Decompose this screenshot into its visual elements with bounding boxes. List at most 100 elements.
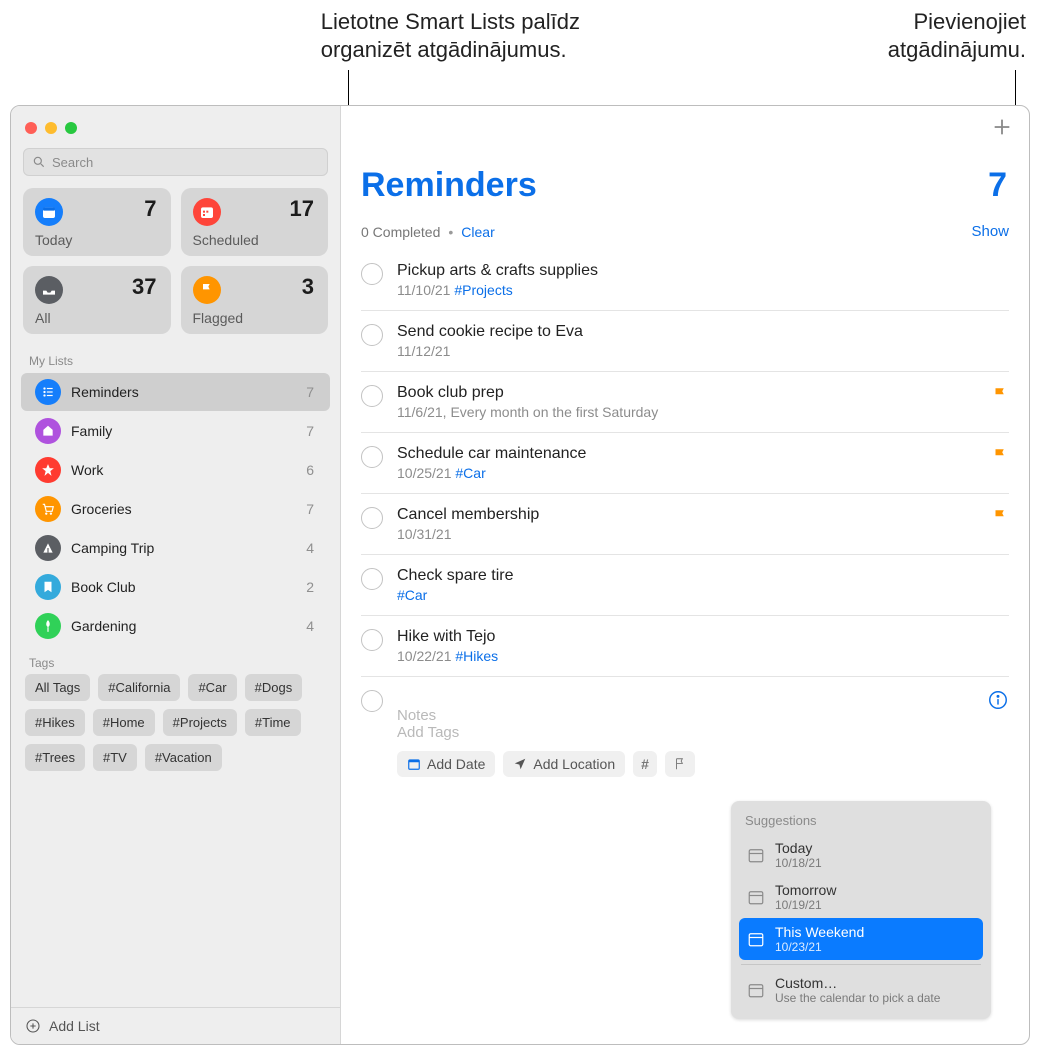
reminder-row[interactable]: Cancel membership10/31/21 — [361, 494, 1009, 555]
flag-icon — [991, 386, 1009, 404]
date-suggestions-panel: Suggestions Today10/18/21Tomorrow10/19/2… — [731, 801, 991, 1019]
checkbox-icon[interactable] — [361, 507, 383, 529]
tray-icon — [35, 276, 63, 304]
reminder-row[interactable]: Hike with Tejo10/22/21 #Hikes — [361, 616, 1009, 677]
list-name: Camping Trip — [71, 540, 296, 556]
list-count: 2 — [306, 579, 314, 595]
checkbox-icon[interactable] — [361, 629, 383, 651]
minimize-icon[interactable] — [45, 122, 57, 134]
checkbox-icon[interactable] — [361, 324, 383, 346]
add-tags-input[interactable]: Add Tags — [397, 724, 973, 741]
sidebar-list-item[interactable]: Family7 — [21, 412, 330, 450]
reminders-list: Pickup arts & crafts supplies11/10/21 #P… — [361, 250, 1009, 677]
add-location-button[interactable]: Add Location — [503, 751, 625, 777]
plus-circle-icon — [25, 1018, 41, 1034]
reminder-tag[interactable]: #Car — [397, 587, 427, 603]
reminder-row[interactable]: Schedule car maintenance10/25/21 #Car — [361, 433, 1009, 494]
suggestions-header: Suggestions — [739, 809, 983, 834]
add-list-button[interactable]: Add List — [11, 1007, 340, 1044]
calendar-icon — [747, 888, 765, 906]
tag-pill[interactable]: #Hikes — [25, 709, 85, 736]
sidebar-list-item[interactable]: Book Club 2 — [21, 568, 330, 606]
tag-pill[interactable]: #California — [98, 674, 180, 701]
tag-pill[interactable]: #TV — [93, 744, 137, 771]
smart-list-today[interactable]: 7 Today — [23, 188, 171, 256]
my-lists-header: My Lists — [11, 344, 340, 372]
list-count: 4 — [306, 540, 314, 556]
tag-pill[interactable]: #Home — [93, 709, 155, 736]
suggestion-item[interactable]: This Weekend10/23/21 — [739, 918, 983, 960]
list-icon — [35, 613, 61, 639]
tag-pill[interactable]: #Dogs — [245, 674, 303, 701]
smart-lists-grid: 7 Today 17 Scheduled 37 All — [11, 188, 340, 344]
search-input[interactable]: Search — [23, 148, 328, 176]
tag-pill[interactable]: #Vacation — [145, 744, 222, 771]
calendar-icon — [747, 930, 765, 948]
smart-list-flagged[interactable]: 3 Flagged — [181, 266, 329, 334]
smart-list-all[interactable]: 37 All — [23, 266, 171, 334]
completed-text: 0 Completed — [361, 224, 440, 240]
checkbox-icon[interactable] — [361, 263, 383, 285]
my-lists: Reminders7Family7Work6Groceries7Camping … — [11, 372, 340, 646]
list-name: Book Club — [71, 579, 296, 595]
tag-pill[interactable]: #Time — [245, 709, 301, 736]
reminder-row[interactable]: Check spare tire #Car — [361, 555, 1009, 616]
add-date-button[interactable]: Add Date — [397, 751, 495, 777]
info-button[interactable] — [987, 689, 1009, 711]
calendar-icon — [35, 198, 63, 226]
tag-pill[interactable]: #Car — [188, 674, 236, 701]
reminder-title: Book club prep — [397, 384, 977, 402]
reminder-tag[interactable]: #Projects — [454, 282, 512, 298]
add-reminder-button[interactable] — [991, 116, 1013, 138]
tags-header: Tags — [11, 646, 340, 674]
reminder-title: Check spare tire — [397, 567, 1009, 585]
list-icon — [35, 496, 61, 522]
reminder-tag[interactable]: #Car — [455, 465, 485, 481]
list-name: Family — [71, 423, 296, 439]
list-name: Work — [71, 462, 296, 478]
reminder-title: Hike with Tejo — [397, 628, 1009, 646]
sidebar-list-item[interactable]: Camping Trip 4 — [21, 529, 330, 567]
sidebar-list-item[interactable]: Work6 — [21, 451, 330, 489]
suggestion-subtitle: 10/23/21 — [775, 940, 864, 954]
checkbox-icon[interactable] — [361, 568, 383, 590]
reminder-row[interactable]: Pickup arts & crafts supplies11/10/21 #P… — [361, 250, 1009, 311]
reminder-title: Cancel membership — [397, 506, 977, 524]
callout-smart-lists: Lietotne Smart Lists palīdz organizēt at… — [321, 8, 580, 63]
smart-list-count: 17 — [290, 196, 314, 222]
sidebar-list-item[interactable]: Reminders7 — [21, 373, 330, 411]
checkbox-icon[interactable] — [361, 690, 383, 712]
reminder-subtitle: 10/25/21 #Car — [397, 465, 977, 481]
list-count: 7 — [988, 166, 1007, 205]
clear-button[interactable]: Clear — [461, 224, 494, 240]
reminder-tag[interactable]: #Hikes — [455, 648, 498, 664]
search-icon — [32, 155, 46, 169]
tag-pill[interactable]: #Trees — [25, 744, 85, 771]
notes-input[interactable]: Notes — [397, 707, 973, 724]
close-icon[interactable] — [25, 122, 37, 134]
smart-list-scheduled[interactable]: 17 Scheduled — [181, 188, 329, 256]
new-reminder-row[interactable]: Notes Add Tags Add Date Add Location # — [361, 677, 1009, 783]
reminder-subtitle: 11/10/21 #Projects — [397, 282, 1009, 298]
suggestion-custom[interactable]: Custom… Use the calendar to pick a date — [739, 969, 983, 1011]
add-flag-button[interactable] — [665, 751, 695, 777]
list-count: 7 — [306, 384, 314, 400]
reminder-row[interactable]: Send cookie recipe to Eva11/12/21 — [361, 311, 1009, 372]
suggestions-separator — [741, 964, 981, 965]
suggestion-item[interactable]: Tomorrow10/19/21 — [739, 876, 983, 918]
smart-list-label: All — [35, 310, 51, 326]
zoom-icon[interactable] — [65, 122, 77, 134]
sidebar-list-item[interactable]: Gardening4 — [21, 607, 330, 645]
show-button[interactable]: Show — [971, 223, 1009, 240]
suggestion-item[interactable]: Today10/18/21 — [739, 834, 983, 876]
sidebar-list-item[interactable]: Groceries7 — [21, 490, 330, 528]
tag-pill[interactable]: All Tags — [25, 674, 90, 701]
tag-pill[interactable]: #Projects — [163, 709, 237, 736]
add-tag-button[interactable]: # — [633, 751, 657, 777]
checkbox-icon[interactable] — [361, 446, 383, 468]
flag-icon — [193, 276, 221, 304]
suggestion-title: Tomorrow — [775, 882, 836, 898]
checkbox-icon[interactable] — [361, 385, 383, 407]
list-icon — [35, 535, 61, 561]
reminder-row[interactable]: Book club prep11/6/21, Every month on th… — [361, 372, 1009, 433]
